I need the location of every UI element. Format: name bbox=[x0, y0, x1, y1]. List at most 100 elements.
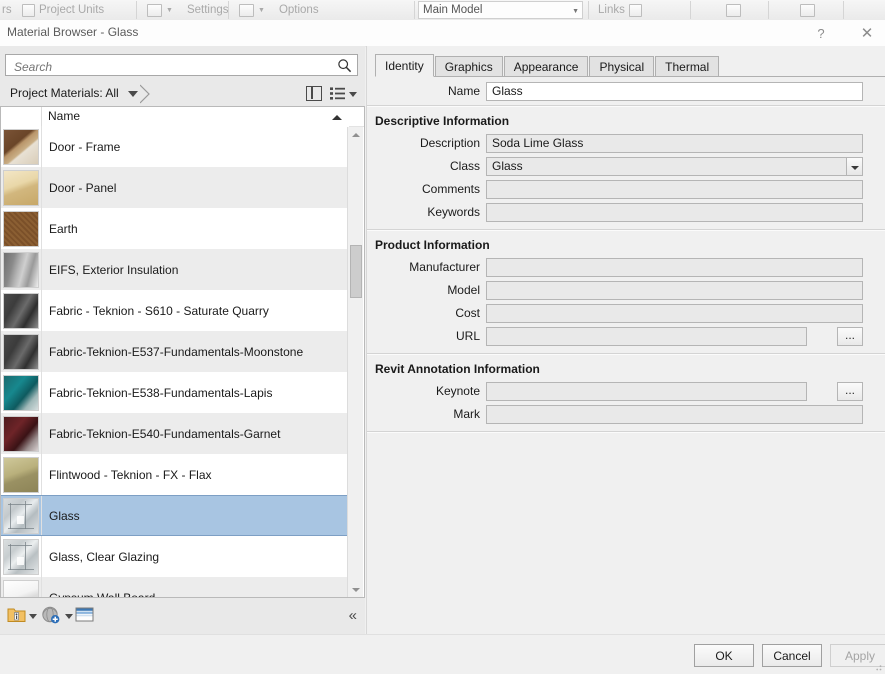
create-new-material-icon[interactable] bbox=[41, 606, 61, 627]
material-list-item[interactable]: Fabric-Teknion-E537-Fundamentals-Moonsto… bbox=[1, 331, 349, 372]
options-arch-icon bbox=[239, 3, 254, 17]
model-input[interactable] bbox=[486, 281, 863, 300]
tab-graphics[interactable]: Graphics bbox=[434, 56, 503, 77]
double-chevron-left-icon[interactable]: « bbox=[349, 607, 357, 624]
revit-ribbon-strip: rs Project Units ▼ Settings ▼ Options Ma… bbox=[0, 0, 885, 21]
resize-grip-icon[interactable] bbox=[872, 661, 882, 671]
keynote-browse-button[interactable]: ... bbox=[837, 382, 863, 401]
material-thumbnail bbox=[3, 579, 39, 597]
ribbon-item-extra-a[interactable] bbox=[726, 0, 741, 20]
cost-input[interactable] bbox=[486, 304, 863, 323]
ribbon-item-extra-b[interactable] bbox=[800, 0, 815, 20]
chevron-down-icon[interactable] bbox=[65, 614, 73, 619]
chevron-down-icon: ▼ bbox=[572, 8, 579, 15]
material-list-item[interactable]: EIFS, Exterior Insulation bbox=[1, 249, 349, 290]
search-box[interactable] bbox=[5, 54, 358, 76]
material-thumbnail bbox=[3, 415, 39, 452]
material-thumbnail bbox=[3, 374, 39, 411]
scroll-up-button[interactable] bbox=[348, 127, 363, 142]
keynote-input[interactable] bbox=[486, 382, 807, 401]
class-dropdown-button[interactable] bbox=[847, 157, 863, 176]
material-name: Fabric-Teknion-E540-Fundamentals-Garnet bbox=[49, 426, 281, 441]
ribbon-item-settings[interactable]: ▼ Settings bbox=[147, 0, 229, 20]
url-browse-button[interactable]: ... bbox=[837, 327, 863, 346]
scrollbar-thumb[interactable] bbox=[350, 245, 362, 298]
search-input[interactable] bbox=[12, 57, 328, 76]
row-divider bbox=[41, 413, 42, 454]
section-header: Descriptive Information bbox=[375, 114, 510, 128]
comments-input[interactable] bbox=[486, 180, 863, 199]
dialog-footer: OK Cancel Apply bbox=[0, 634, 885, 674]
show-material-asset-browser-icon[interactable] bbox=[75, 606, 94, 626]
section-divider bbox=[367, 353, 885, 355]
material-list-item[interactable]: Flintwood - Teknion - FX - Flax bbox=[1, 454, 349, 495]
field-label: Keywords bbox=[427, 205, 480, 219]
ok-button[interactable]: OK bbox=[694, 644, 754, 667]
section-divider bbox=[367, 229, 885, 231]
editor-tabs[interactable]: Identity Graphics Appearance Physical Therma… bbox=[375, 54, 885, 77]
scroll-down-button[interactable] bbox=[348, 582, 363, 597]
ribbon-label-rs: rs bbox=[2, 4, 12, 16]
row-divider bbox=[41, 454, 42, 495]
ribbon-item-project-units[interactable]: Project Units bbox=[22, 0, 104, 20]
material-name: Earth bbox=[49, 221, 78, 236]
description-input[interactable]: Soda Lime Glass bbox=[486, 134, 863, 153]
column-header-name[interactable]: Name bbox=[48, 109, 80, 123]
manufacturer-input[interactable] bbox=[486, 258, 863, 277]
open-material-library-icon[interactable] bbox=[7, 606, 26, 626]
material-thumbnail bbox=[3, 251, 39, 288]
material-list-item[interactable]: Fabric-Teknion-E538-Fundamentals-Lapis bbox=[1, 372, 349, 413]
material-list-item[interactable]: Door - Frame bbox=[1, 126, 349, 167]
tab-physical[interactable]: Physical bbox=[589, 56, 655, 77]
ribbon-item-options[interactable]: ▼ Options bbox=[239, 0, 319, 20]
project-materials-filter-label[interactable]: Project Materials: All bbox=[10, 86, 119, 100]
keywords-input[interactable] bbox=[486, 203, 863, 222]
text-icon bbox=[800, 3, 815, 17]
row-divider bbox=[41, 208, 42, 249]
cancel-button[interactable]: Cancel bbox=[762, 644, 822, 667]
material-list-item[interactable]: Glass bbox=[1, 495, 349, 536]
help-icon[interactable]: ? bbox=[803, 20, 839, 46]
material-list-item[interactable]: Earth bbox=[1, 208, 349, 249]
main-model-dropdown[interactable]: Main Model ▼ bbox=[418, 1, 583, 19]
tab-thermal[interactable]: Thermal bbox=[655, 56, 720, 77]
chevron-down-icon[interactable] bbox=[29, 614, 37, 619]
search-icon[interactable] bbox=[337, 58, 352, 73]
ribbon-label-project-units: Project Units bbox=[39, 4, 105, 16]
close-icon[interactable]: ✕ bbox=[849, 20, 885, 46]
url-input[interactable] bbox=[486, 327, 807, 346]
list-view-icon[interactable] bbox=[330, 87, 345, 100]
sort-ascending-icon[interactable] bbox=[332, 115, 342, 120]
panel-toggle-icon[interactable] bbox=[306, 86, 322, 101]
chevron-down-icon: ▼ bbox=[166, 6, 173, 14]
class-input[interactable]: Glass bbox=[486, 157, 847, 176]
material-list-item[interactable]: Glass, Clear Glazing bbox=[1, 536, 349, 577]
list-scrollbar[interactable] bbox=[347, 127, 363, 597]
project-units-icon bbox=[22, 3, 35, 17]
mark-input[interactable] bbox=[486, 405, 863, 424]
field-label: Description bbox=[419, 136, 480, 150]
tab-identity[interactable]: Identity bbox=[375, 54, 434, 77]
material-browser-window: rs Project Units ▼ Settings ▼ Options Ma… bbox=[0, 0, 885, 674]
material-list-item[interactable]: Fabric-Teknion-E540-Fundamentals-Garnet bbox=[1, 413, 349, 454]
material-rows[interactable]: Door - Frame Door - Panel Earth EIFS, Exter… bbox=[1, 126, 349, 597]
field-label: Model bbox=[447, 283, 480, 297]
field-label: Class bbox=[449, 159, 480, 173]
row-divider bbox=[41, 126, 42, 167]
material-thumbnail bbox=[3, 456, 39, 493]
column-divider bbox=[41, 107, 42, 126]
field-label: Name bbox=[447, 84, 480, 98]
breadcrumb-arrow-icon bbox=[140, 84, 150, 104]
chevron-down-icon[interactable] bbox=[349, 92, 357, 97]
field-label: Cost bbox=[455, 306, 480, 320]
name-input[interactable]: Glass bbox=[486, 82, 863, 101]
ribbon-item-links[interactable]: Links bbox=[598, 0, 642, 20]
material-list-item[interactable]: Gypsum Wall Board bbox=[1, 577, 349, 597]
field-label: Comments bbox=[421, 182, 480, 196]
ribbon-label-links: Links bbox=[598, 4, 625, 16]
material-list-item[interactable]: Door - Panel bbox=[1, 167, 349, 208]
tab-appearance[interactable]: Appearance bbox=[503, 56, 589, 77]
list-header-row: Name bbox=[1, 107, 364, 127]
chevron-down-icon[interactable] bbox=[128, 91, 138, 97]
material-list-item[interactable]: Fabric - Teknion - S610 - Saturate Quarr… bbox=[1, 290, 349, 331]
